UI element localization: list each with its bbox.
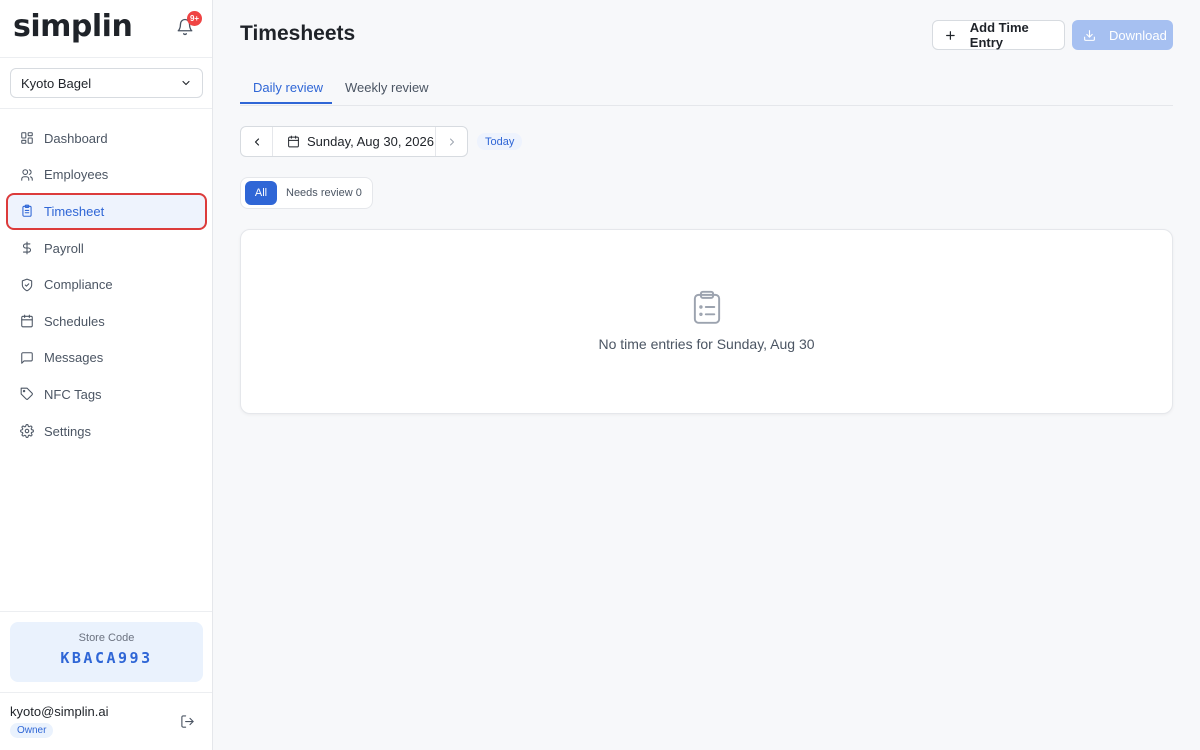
sidebar-item-nfc-tags[interactable]: NFC Tags xyxy=(10,376,205,413)
user-email: kyoto@simplin.ai xyxy=(10,704,109,719)
review-tabs: Daily review Weekly review xyxy=(240,72,1173,106)
download-icon xyxy=(1084,29,1095,41)
calendar-icon xyxy=(21,314,33,328)
add-time-entry-button[interactable]: Add Time Entry xyxy=(932,20,1065,50)
shield-icon xyxy=(21,278,33,292)
clipboard-list-icon xyxy=(693,290,721,324)
tab-daily-review[interactable]: Daily review xyxy=(253,80,323,95)
next-day-button[interactable] xyxy=(436,127,467,156)
active-tab-indicator xyxy=(240,102,332,104)
chevron-down-icon xyxy=(182,80,190,86)
date-navigator: Sunday, Aug 30, 2026 xyxy=(240,126,468,157)
sidebar-item-label: Payroll xyxy=(44,240,84,256)
store-select-value: Kyoto Bagel xyxy=(21,75,92,91)
users-icon xyxy=(21,169,33,181)
sidebar-item-label: Schedules xyxy=(44,313,105,329)
plus-icon xyxy=(946,30,955,40)
clipboard-icon xyxy=(22,205,32,218)
sidebar-item-label: Compliance xyxy=(44,277,113,293)
tag-icon xyxy=(20,388,33,401)
brand-row: simplin 9+ xyxy=(0,0,212,58)
divider xyxy=(0,108,212,109)
gear-icon xyxy=(20,424,34,438)
add-time-entry-label: Add Time Entry xyxy=(969,20,1029,50)
chevron-left-icon xyxy=(254,137,259,146)
download-label: Download xyxy=(1109,27,1167,43)
sidebar-item-dashboard[interactable]: Dashboard xyxy=(10,120,205,157)
message-icon xyxy=(21,352,33,364)
date-picker[interactable]: Sunday, Aug 30, 2026 xyxy=(272,127,436,156)
store-code-card: Store Code KBACA993 xyxy=(10,622,203,682)
sidebar-item-payroll[interactable]: Payroll xyxy=(10,230,205,267)
app-logo[interactable]: simplin xyxy=(13,9,133,44)
store-code-label: Store Code xyxy=(78,632,135,644)
role-badge: Owner xyxy=(10,723,54,738)
empty-state-message: No time entries for Sunday, Aug 30 xyxy=(598,336,815,352)
store-select[interactable]: Kyoto Bagel xyxy=(10,68,203,98)
chevron-right-icon xyxy=(449,138,454,145)
logout-icon[interactable] xyxy=(180,714,195,729)
page-title: Timesheets xyxy=(240,22,356,45)
sidebar-item-label: Messages xyxy=(44,350,104,366)
divider xyxy=(0,692,212,693)
sidebar-item-label: Timesheet xyxy=(44,203,105,219)
review-filter: All Needs review 0 xyxy=(240,177,373,209)
tab-weekly-review[interactable]: Weekly review xyxy=(345,80,429,95)
sidebar-item-label: Employees xyxy=(44,167,109,183)
sidebar-item-label: NFC Tags xyxy=(44,386,102,402)
store-code-value: KBACA993 xyxy=(60,649,153,667)
divider xyxy=(0,611,212,612)
sidebar-item-schedules[interactable]: Schedules xyxy=(10,303,205,340)
sidebar-item-timesheet[interactable]: Timesheet xyxy=(6,193,207,230)
sidebar-item-employees[interactable]: Employees xyxy=(10,157,205,194)
today-button[interactable]: Today xyxy=(477,133,523,150)
sidebar-item-label: Settings xyxy=(44,423,91,439)
sidebar-item-compliance[interactable]: Compliance xyxy=(10,266,205,303)
dollar-icon xyxy=(22,241,32,255)
filter-needs-review-button[interactable]: Needs review 0 xyxy=(286,187,362,199)
calendar-icon xyxy=(288,135,299,148)
download-button[interactable]: Download xyxy=(1072,20,1173,50)
empty-state-card: No time entries for Sunday, Aug 30 xyxy=(240,229,1173,414)
dashboard-icon xyxy=(21,132,33,145)
selected-date: Sunday, Aug 30, 2026 xyxy=(307,134,434,149)
filter-all-button[interactable]: All xyxy=(245,181,277,205)
sidebar-nav: Dashboard Employees Timesheet Payroll Co… xyxy=(6,120,207,450)
sidebar-item-settings[interactable]: Settings xyxy=(10,413,205,450)
sidebar-item-messages[interactable]: Messages xyxy=(10,340,205,377)
sidebar-item-label: Dashboard xyxy=(44,130,108,146)
previous-day-button[interactable] xyxy=(241,127,272,156)
sidebar: simplin 9+ Kyoto Bagel Dashboard Employe… xyxy=(0,0,213,750)
notification-badge: 9+ xyxy=(187,11,202,26)
